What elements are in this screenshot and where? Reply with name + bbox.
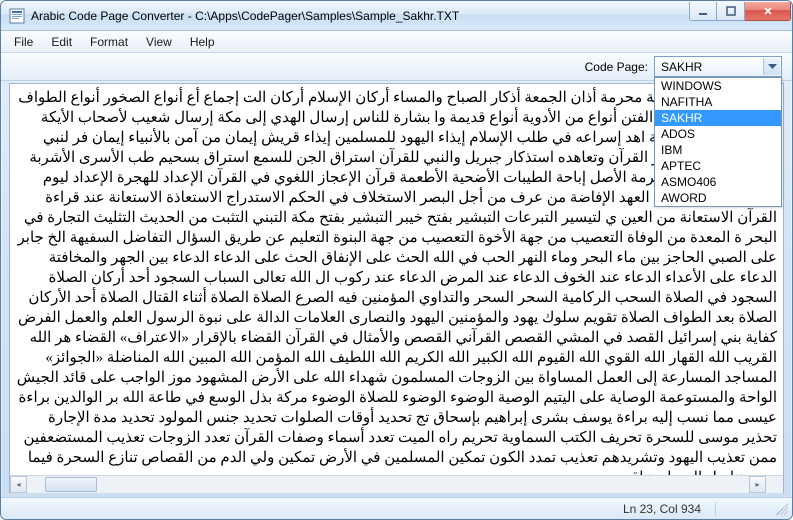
menu-view[interactable]: View: [137, 33, 181, 51]
codepage-label: Code Page:: [585, 60, 648, 74]
statusbar: Ln 23, Col 934: [1, 497, 792, 519]
window-title: Arabic Code Page Converter - C:\Apps\Cod…: [31, 9, 689, 23]
scroll-track[interactable]: [27, 476, 749, 493]
codepage-option[interactable]: IBM: [655, 142, 781, 158]
scroll-thumb[interactable]: [45, 477, 97, 492]
window-controls: [689, 1, 792, 30]
codepage-combo[interactable]: SAKHR WINDOWS NAFITHA SAKHR ADOS IBM APT…: [654, 56, 782, 77]
app-window: Arabic Code Page Converter - C:\Apps\Cod…: [0, 0, 793, 520]
status-separator: [715, 502, 716, 516]
chevron-down-icon[interactable]: [763, 58, 780, 75]
scroll-right-button[interactable]: ▸: [749, 476, 766, 493]
horizontal-scrollbar[interactable]: ◂ ▸: [10, 475, 783, 492]
codepage-option[interactable]: SAKHR: [655, 110, 781, 126]
menu-file[interactable]: File: [5, 33, 42, 51]
scroll-left-button[interactable]: ◂: [10, 476, 27, 493]
app-icon: [9, 8, 25, 24]
codepage-option[interactable]: NAFITHA: [655, 94, 781, 110]
codepage-option[interactable]: ADOS: [655, 126, 781, 142]
resize-grip[interactable]: [776, 503, 788, 515]
status-position: Ln 23, Col 934: [619, 502, 705, 516]
menubar: File Edit Format View Help: [1, 31, 792, 53]
codepage-option[interactable]: WINDOWS: [655, 78, 781, 94]
titlebar: Arabic Code Page Converter - C:\Apps\Cod…: [1, 1, 792, 31]
menu-help[interactable]: Help: [181, 33, 224, 51]
codepage-option[interactable]: ASMO406: [655, 174, 781, 190]
close-button[interactable]: [745, 2, 791, 21]
codepage-combo-box[interactable]: SAKHR: [654, 56, 782, 77]
codepage-option[interactable]: AWORD: [655, 190, 781, 206]
codepage-dropdown-list: WINDOWS NAFITHA SAKHR ADOS IBM APTEC ASM…: [654, 77, 782, 207]
codepage-option[interactable]: APTEC: [655, 158, 781, 174]
maximize-button[interactable]: [717, 2, 745, 21]
toolbar: Code Page: SAKHR WINDOWS NAFITHA SAKHR A…: [1, 53, 792, 81]
codepage-selected-value: SAKHR: [661, 60, 702, 74]
menu-format[interactable]: Format: [81, 33, 137, 51]
scroll-corner: [766, 476, 783, 493]
minimize-button[interactable]: [689, 2, 717, 21]
menu-edit[interactable]: Edit: [42, 33, 81, 51]
